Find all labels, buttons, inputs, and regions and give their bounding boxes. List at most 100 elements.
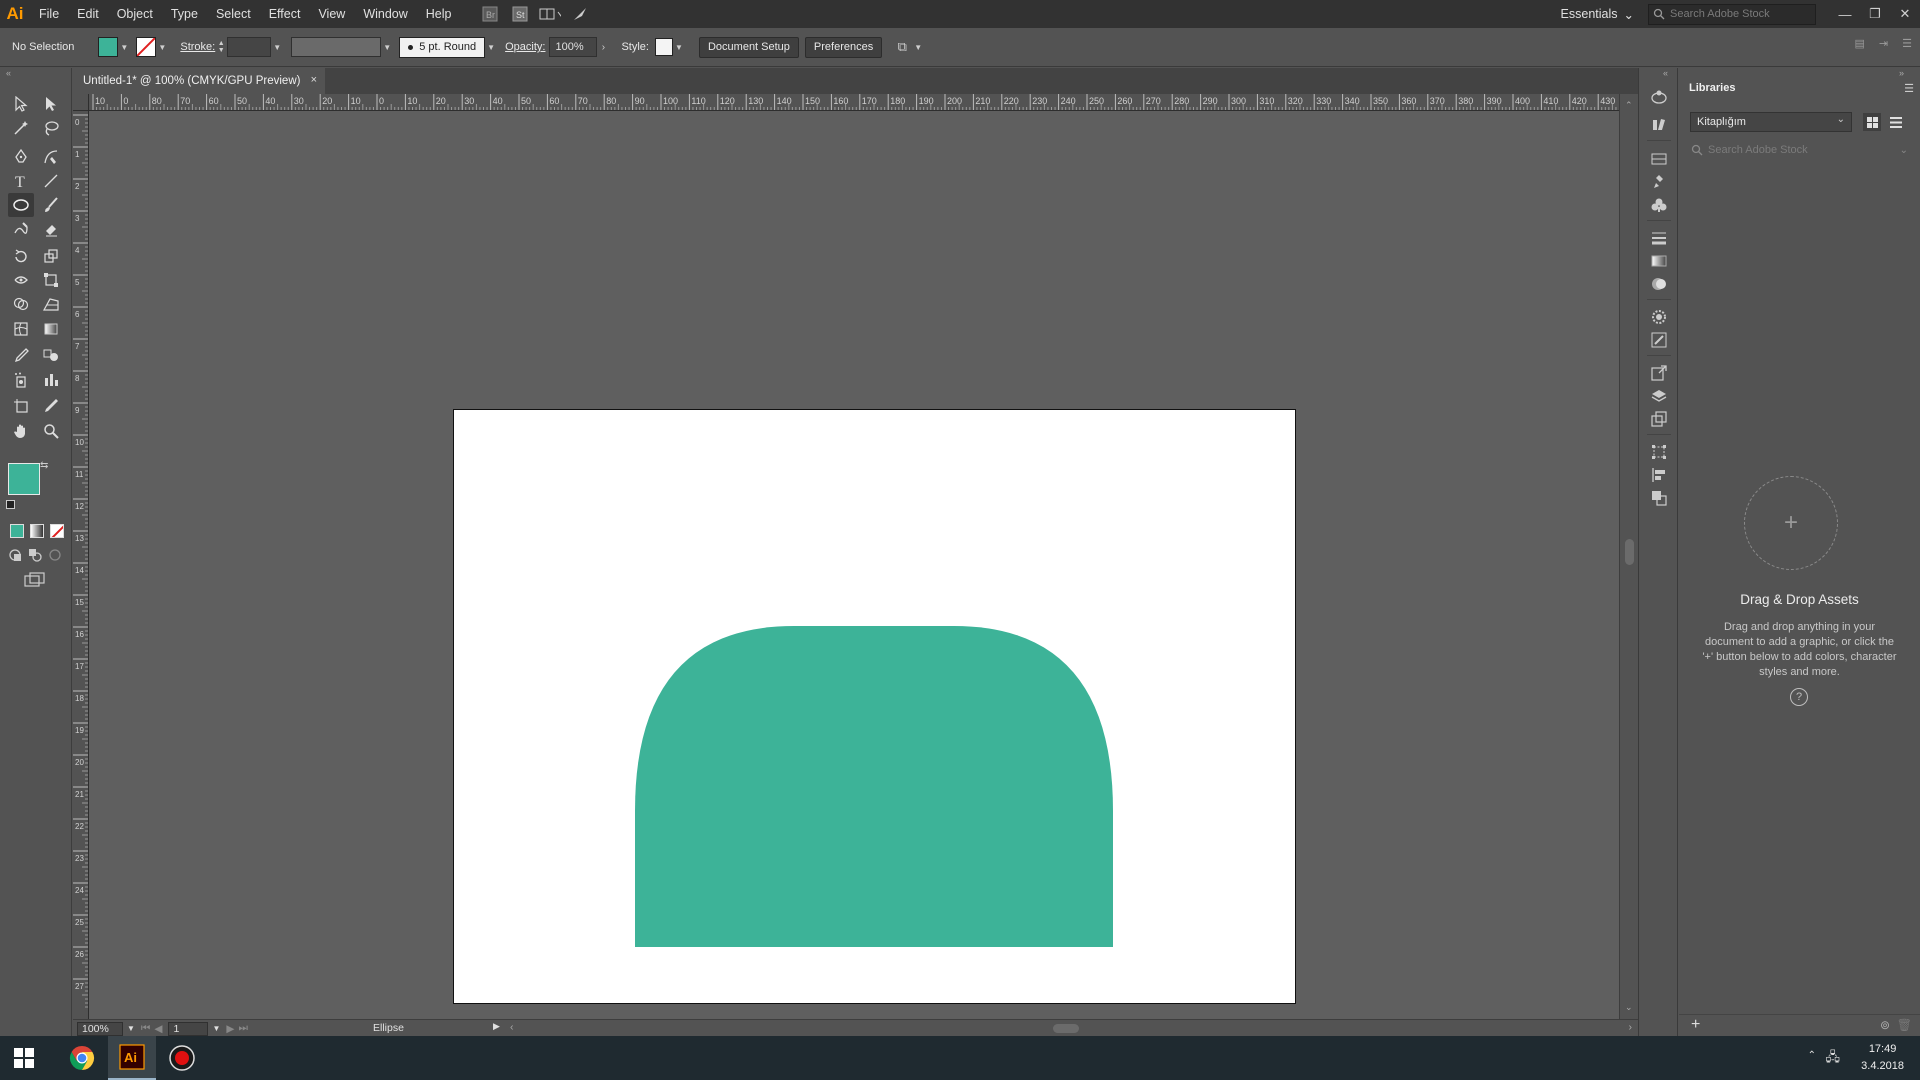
scroll-right-icon[interactable]: › bbox=[1629, 1021, 1633, 1033]
libraries-menu-icon[interactable]: ☰ bbox=[1904, 82, 1914, 95]
last-artboard-icon[interactable]: ⏭ bbox=[238, 1022, 247, 1035]
ruler-origin[interactable] bbox=[73, 94, 89, 111]
transform-icon[interactable]: ⇥ bbox=[1879, 37, 1888, 50]
menu-select[interactable]: Select bbox=[207, 0, 260, 28]
network-icon[interactable]: 🖧 bbox=[1826, 1048, 1841, 1070]
opacity-arrow-icon[interactable]: › bbox=[597, 37, 609, 57]
library-search-input[interactable]: Search Adobe Stock ⌄ bbox=[1687, 140, 1912, 160]
transform-panel-icon[interactable] bbox=[1648, 441, 1670, 463]
minimize-button[interactable]: — bbox=[1830, 0, 1860, 28]
opacity-label[interactable]: Opacity: bbox=[505, 41, 545, 53]
layers-icon[interactable] bbox=[1648, 385, 1670, 407]
close-document-icon[interactable]: × bbox=[311, 74, 317, 86]
type-tool-icon[interactable]: T bbox=[8, 169, 34, 193]
fill-dropdown-icon[interactable]: ▼ bbox=[118, 37, 130, 57]
rounded-rectangle-shape[interactable] bbox=[635, 626, 1113, 947]
ellipse-tool-icon[interactable] bbox=[8, 193, 34, 217]
appearance-icon[interactable] bbox=[1648, 306, 1670, 328]
hand-tool-icon[interactable] bbox=[8, 419, 34, 443]
vertical-scrollbar[interactable]: ⌃ ⌄ bbox=[1619, 94, 1638, 1019]
horizontal-ruler[interactable]: 10 0 80 70 60 50 40 30 20 10 0 10 20 30 40 50 60 70 80 90 10… bbox=[89, 94, 1619, 111]
selection-tool-icon[interactable] bbox=[8, 92, 34, 116]
document-setup-button[interactable]: Document Setup bbox=[698, 36, 799, 58]
artboard-dropdown-icon[interactable]: ▼ bbox=[212, 1024, 220, 1033]
chrome-icon[interactable] bbox=[58, 1036, 106, 1080]
gradient-panel-icon[interactable] bbox=[1648, 250, 1670, 272]
curvature-tool-icon[interactable] bbox=[38, 145, 64, 169]
mesh-tool-icon[interactable] bbox=[8, 317, 34, 341]
trash-icon[interactable]: 🗑 bbox=[1897, 1018, 1912, 1032]
brush-definition[interactable]: 5 pt. Round bbox=[399, 36, 486, 58]
graphic-style-swatch[interactable] bbox=[654, 38, 673, 56]
illustrator-logo[interactable]: Ai bbox=[0, 0, 30, 28]
brushes-icon[interactable] bbox=[1648, 171, 1670, 193]
vertical-ruler[interactable]: 0 1 2 3 4 5 6 7 8 9 10 11 12 13 14 15 16 17 18 19 20 21 22 23 24… bbox=[73, 111, 89, 1019]
document-tab[interactable]: Untitled-1* @ 100% (CMYK/GPU Preview) × bbox=[73, 68, 325, 94]
symbol-sprayer-tool-icon[interactable] bbox=[8, 368, 34, 392]
menu-help[interactable]: Help bbox=[417, 0, 461, 28]
artboard[interactable] bbox=[453, 409, 1296, 1004]
asset-export-icon[interactable] bbox=[1648, 362, 1670, 384]
draw-normal-icon[interactable] bbox=[8, 548, 22, 562]
scroll-up-icon[interactable]: ⌃ bbox=[1625, 100, 1633, 111]
none-mode-icon[interactable] bbox=[50, 524, 64, 538]
fill-color-swatch[interactable] bbox=[8, 463, 40, 495]
scroll-left-icon[interactable]: ‹ bbox=[510, 1021, 514, 1033]
arrange-dropdown-icon[interactable]: ▼ bbox=[912, 37, 924, 57]
pathfinder-icon[interactable] bbox=[1648, 487, 1670, 509]
draw-behind-icon[interactable] bbox=[28, 548, 42, 562]
menu-effect[interactable]: Effect bbox=[260, 0, 310, 28]
symbols-icon[interactable] bbox=[1648, 194, 1670, 216]
add-content-icon[interactable]: + bbox=[1691, 1016, 1700, 1034]
zoom-dropdown-icon[interactable]: ▼ bbox=[127, 1024, 135, 1033]
gradient-tool-icon[interactable] bbox=[38, 317, 64, 341]
stroke-weight-dropdown-icon[interactable]: ▼ bbox=[271, 37, 283, 57]
profile-dropdown-icon[interactable]: ▼ bbox=[381, 37, 393, 57]
next-artboard-icon[interactable]: ▶ bbox=[226, 1023, 234, 1035]
variable-width-profile[interactable] bbox=[291, 37, 382, 57]
windows-start-icon[interactable] bbox=[0, 1036, 48, 1080]
rotate-tool-icon[interactable] bbox=[8, 244, 34, 268]
stock-search-input[interactable]: Search Adobe Stock bbox=[1648, 3, 1816, 25]
align-panel-icon[interactable] bbox=[1648, 464, 1670, 486]
panel-menu-icon[interactable]: ☰ bbox=[1902, 37, 1912, 50]
stroke-stepper-icon[interactable]: ▲ ▼ bbox=[215, 37, 227, 57]
screen-mode-icon[interactable] bbox=[24, 572, 48, 588]
list-view-icon[interactable] bbox=[1887, 113, 1905, 131]
libraries-tab[interactable]: Libraries bbox=[1679, 76, 1746, 100]
align-icon[interactable]: ▤ bbox=[1855, 37, 1865, 50]
transparency-icon[interactable] bbox=[1648, 273, 1670, 295]
default-colors-icon[interactable] bbox=[6, 500, 15, 509]
status-menu-icon[interactable]: ▶ bbox=[493, 1021, 500, 1032]
eraser-tool-icon[interactable] bbox=[38, 217, 64, 241]
close-button[interactable]: ✕ bbox=[1890, 0, 1920, 28]
stroke-swatch[interactable] bbox=[136, 37, 157, 57]
opacity-input[interactable]: 100% bbox=[549, 37, 598, 57]
help-icon[interactable]: ? bbox=[1790, 688, 1808, 706]
first-artboard-icon[interactable]: ⏮ bbox=[141, 1022, 150, 1035]
expand-dock-icon[interactable]: « bbox=[1663, 68, 1668, 78]
illustrator-taskbar-icon[interactable]: Ai bbox=[108, 1036, 156, 1080]
eyedropper-tool-icon[interactable] bbox=[8, 343, 34, 367]
gradient-mode-icon[interactable] bbox=[30, 524, 44, 538]
current-tool-status[interactable]: Ellipse bbox=[373, 1022, 404, 1034]
canvas[interactable] bbox=[89, 111, 1619, 1019]
shape-builder-tool-icon[interactable] bbox=[8, 292, 34, 316]
fill-swatch[interactable] bbox=[98, 37, 119, 57]
collapse-panel-icon[interactable]: » bbox=[1899, 68, 1904, 78]
magic-wand-tool-icon[interactable] bbox=[8, 116, 34, 140]
perspective-grid-tool-icon[interactable] bbox=[38, 292, 64, 316]
collapse-toolbox-icon[interactable]: « bbox=[6, 68, 11, 78]
show-hidden-icons-icon[interactable]: ⌃ bbox=[1808, 1050, 1816, 1061]
scroll-down-icon[interactable]: ⌄ bbox=[1625, 1002, 1633, 1013]
draw-inside-icon[interactable] bbox=[48, 548, 62, 562]
arrange-icon[interactable]: ⧉ bbox=[892, 37, 912, 57]
vertical-scroll-thumb[interactable] bbox=[1625, 539, 1634, 565]
menu-edit[interactable]: Edit bbox=[68, 0, 108, 28]
grid-view-icon[interactable] bbox=[1863, 113, 1881, 131]
color-mode-icon[interactable] bbox=[10, 524, 24, 538]
blend-tool-icon[interactable] bbox=[38, 343, 64, 367]
stock-icon[interactable]: St bbox=[509, 4, 531, 24]
search-dropdown-icon[interactable]: ⌄ bbox=[1900, 145, 1908, 156]
shaper-tool-icon[interactable] bbox=[8, 217, 34, 241]
